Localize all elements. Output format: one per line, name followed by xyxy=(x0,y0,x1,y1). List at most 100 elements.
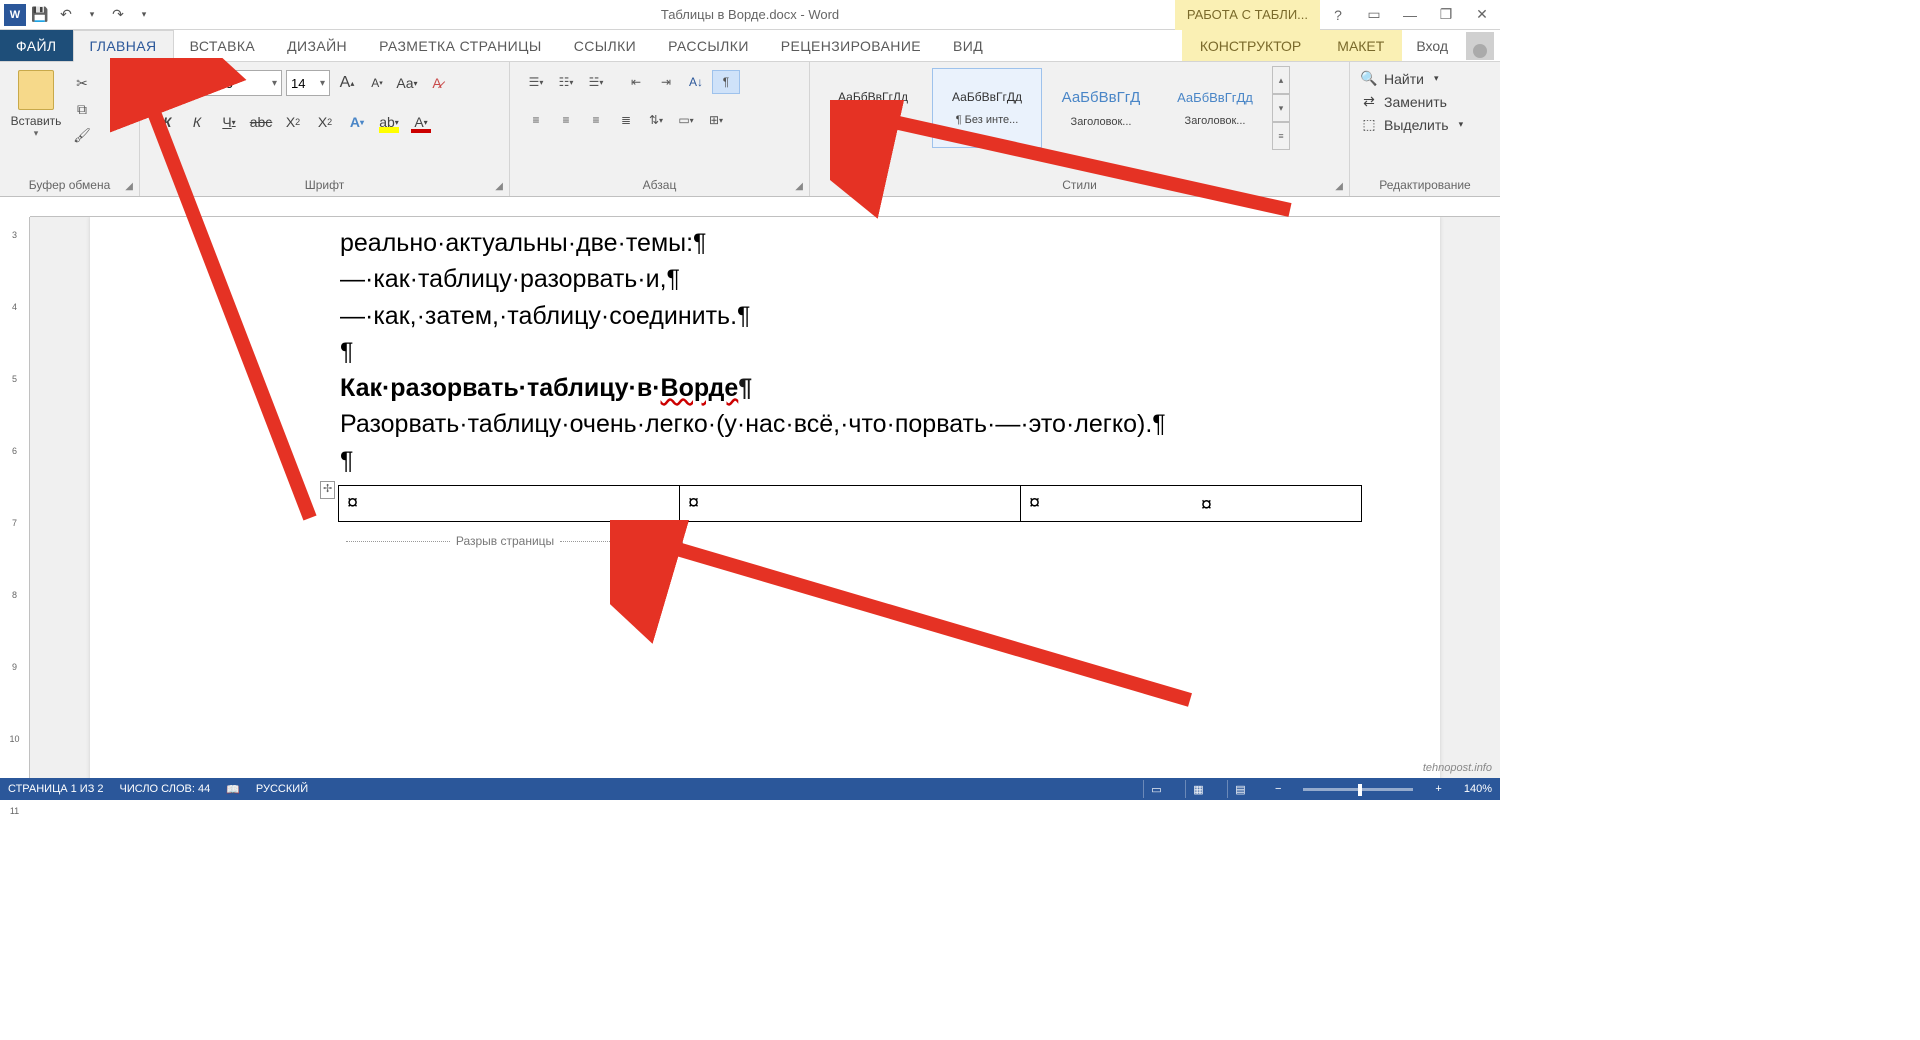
replace-button[interactable]: ⇄Заменить xyxy=(1360,93,1463,110)
paste-button[interactable]: Вставить ▾ xyxy=(6,66,66,139)
underline-button[interactable]: Ч▾ xyxy=(216,110,242,134)
italic-button[interactable]: К xyxy=(184,110,210,134)
justify-button[interactable]: ≣ xyxy=(612,108,640,132)
redo-button[interactable]: ↷ xyxy=(106,3,130,27)
text-line[interactable]: —·как,·затем,·таблицу·соединить.¶ xyxy=(340,298,1190,334)
font-launcher-icon[interactable]: ◢ xyxy=(495,181,503,192)
view-print-layout[interactable]: ▦ xyxy=(1185,780,1211,798)
find-button[interactable]: 🔍Найти▾ xyxy=(1360,70,1463,87)
status-page[interactable]: СТРАНИЦА 1 ИЗ 2 xyxy=(8,783,104,795)
text-line[interactable]: Разорвать·таблицу·очень·легко·(у·нас·всё… xyxy=(340,406,1190,442)
zoom-in-button[interactable]: + xyxy=(1435,783,1441,795)
line-spacing-button[interactable]: ⇅▾ xyxy=(642,108,670,132)
multilevel-list-button[interactable]: ☱▾ xyxy=(582,70,610,94)
table-cell[interactable]: ¤ xyxy=(339,485,680,521)
save-button[interactable]: 💾 xyxy=(28,3,52,27)
status-words[interactable]: ЧИСЛО СЛОВ: 44 xyxy=(120,783,211,795)
sign-in-link[interactable]: Вход xyxy=(1402,30,1462,61)
decrease-font-button[interactable]: A▾ xyxy=(364,71,390,95)
table-cell[interactable]: ¤ xyxy=(680,485,1021,521)
zoom-slider[interactable] xyxy=(1303,788,1413,791)
change-case-button[interactable]: Aa▾ xyxy=(394,71,420,95)
undo-button[interactable]: ↶ xyxy=(54,3,78,27)
highlight-button[interactable]: ab▾ xyxy=(376,110,402,134)
style-heading1[interactable]: АаБбВвГгД Заголовок... xyxy=(1046,68,1156,148)
horizontal-ruler[interactable] xyxy=(30,197,1500,217)
clear-formatting-button[interactable]: A̷ xyxy=(424,71,450,95)
tab-home[interactable]: ГЛАВНАЯ xyxy=(73,30,174,62)
close-button[interactable]: ✕ xyxy=(1464,0,1500,30)
borders-button[interactable]: ⊞▾ xyxy=(702,108,730,132)
restore-button[interactable]: ❐ xyxy=(1428,0,1464,30)
align-center-button[interactable]: ≡ xyxy=(552,108,580,132)
align-right-button[interactable]: ≡ xyxy=(582,108,610,132)
document-area[interactable]: реально·актуальны·две·темы:¶ —·как·табли… xyxy=(30,217,1500,778)
text-line[interactable]: ¶ xyxy=(340,334,1190,370)
decrease-indent-button[interactable]: ⇤ xyxy=(622,70,650,94)
strikethrough-button[interactable]: abc xyxy=(248,110,274,134)
font-size-combo[interactable]: 14▾ xyxy=(286,70,330,96)
undo-dropdown[interactable]: ▾ xyxy=(80,3,104,27)
bullets-button[interactable]: ☰▾ xyxy=(522,70,550,94)
text-effects-button[interactable]: A▾ xyxy=(344,110,370,134)
help-button[interactable]: ? xyxy=(1320,0,1356,30)
font-name-combo[interactable]: Calibri (Осно▾ xyxy=(152,70,282,96)
copy-button[interactable]: ⧉ xyxy=(70,98,94,120)
styles-launcher-icon[interactable]: ◢ xyxy=(1335,181,1343,192)
tab-table-layout[interactable]: МАКЕТ xyxy=(1319,30,1402,61)
paragraph-launcher-icon[interactable]: ◢ xyxy=(795,181,803,192)
clipboard-launcher-icon[interactable]: ◢ xyxy=(125,181,133,192)
format-painter-button[interactable]: 🖌 xyxy=(70,124,94,146)
ribbon-display-button[interactable]: ▭ xyxy=(1356,0,1392,30)
text-line[interactable]: реально·актуальны·две·темы:¶ xyxy=(340,225,1190,261)
bold-button[interactable]: Ж xyxy=(152,110,178,134)
tab-file[interactable]: ФАЙЛ xyxy=(0,30,73,61)
superscript-button[interactable]: X2 xyxy=(312,110,338,134)
select-button[interactable]: ⬚Выделить▾ xyxy=(1360,116,1463,133)
view-web-layout[interactable]: ▤ xyxy=(1227,780,1253,798)
styles-scroll-up[interactable]: ▴ xyxy=(1272,66,1290,94)
cut-button[interactable]: ✂ xyxy=(70,72,94,94)
tab-review[interactable]: РЕЦЕНЗИРОВАНИЕ xyxy=(765,30,937,61)
status-language[interactable]: РУССКИЙ xyxy=(256,783,308,795)
zoom-out-button[interactable]: − xyxy=(1275,783,1281,795)
view-read-mode[interactable]: ▭ xyxy=(1143,780,1169,798)
tab-insert[interactable]: ВСТАВКА xyxy=(174,30,272,61)
tab-references[interactable]: ССЫЛКИ xyxy=(558,30,652,61)
increase-font-button[interactable]: A▴ xyxy=(334,71,360,95)
style-no-spacing[interactable]: АаБбВвГгДд ¶ Без инте... xyxy=(932,68,1042,148)
table-cell[interactable]: ¤ xyxy=(1021,485,1362,521)
text-heading[interactable]: Как·разорвать·таблицу·в·Ворде¶ xyxy=(340,370,1190,406)
minimize-button[interactable]: — xyxy=(1392,0,1428,30)
subscript-button[interactable]: X2 xyxy=(280,110,306,134)
document-body[interactable]: реально·актуальны·две·темы:¶ —·как·табли… xyxy=(340,225,1190,551)
sort-button[interactable]: A↓ xyxy=(682,70,710,94)
document-page[interactable]: реально·актуальны·две·темы:¶ —·как·табли… xyxy=(90,217,1440,778)
styles-gallery[interactable]: АаБбВвГгДд Обычный АаБбВвГгДд ¶ Без инте… xyxy=(816,66,1343,150)
tab-mailings[interactable]: РАССЫЛКИ xyxy=(652,30,765,61)
style-normal[interactable]: АаБбВвГгДд Обычный xyxy=(818,68,928,148)
increase-indent-button[interactable]: ⇥ xyxy=(652,70,680,94)
tab-table-constructor[interactable]: КОНСТРУКТОР xyxy=(1182,30,1319,61)
tab-view[interactable]: ВИД xyxy=(937,30,999,61)
text-line[interactable]: —·как·таблицу·разорвать·и,¶ xyxy=(340,261,1190,297)
zoom-level[interactable]: 140% xyxy=(1464,783,1492,795)
status-proofing-icon[interactable]: 📖 xyxy=(226,783,240,796)
show-marks-button[interactable]: ¶ xyxy=(712,70,740,94)
table-move-handle[interactable]: ¤ ¤ ¤ ¤ xyxy=(340,485,1190,522)
text-line[interactable]: ¶ xyxy=(340,443,1190,479)
word-app-icon: W xyxy=(4,4,26,26)
styles-scroll-down[interactable]: ▾ xyxy=(1272,94,1290,122)
styles-expand[interactable]: ≡ xyxy=(1272,122,1290,150)
vertical-ruler[interactable]: 34567891011 xyxy=(0,217,30,778)
align-left-button[interactable]: ≡ xyxy=(522,108,550,132)
group-clipboard: Вставить ▾ ✂ ⧉ 🖌 Буфер обмена◢ xyxy=(0,62,140,196)
style-heading2[interactable]: АаБбВвГгДд Заголовок... xyxy=(1160,68,1270,148)
qat-customize[interactable]: ▾ xyxy=(132,3,156,27)
tab-page-layout[interactable]: РАЗМЕТКА СТРАНИЦЫ xyxy=(363,30,558,61)
user-avatar-icon[interactable] xyxy=(1466,32,1494,60)
numbering-button[interactable]: ☷▾ xyxy=(552,70,580,94)
tab-design[interactable]: ДИЗАЙН xyxy=(271,30,363,61)
font-color-button[interactable]: A▾ xyxy=(408,110,434,134)
shading-button[interactable]: ▭▾ xyxy=(672,108,700,132)
